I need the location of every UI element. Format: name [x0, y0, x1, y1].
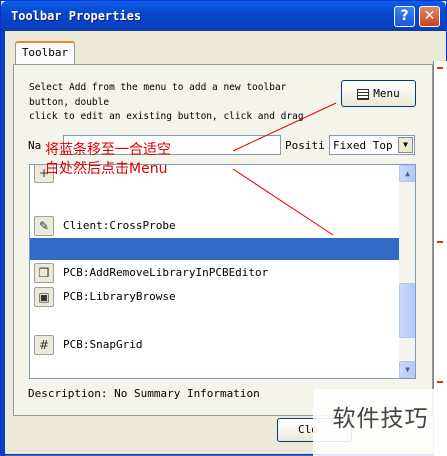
list-item[interactable]: # PCB:SnapGrid: [30, 334, 399, 356]
scroll-down-icon[interactable]: ▼: [399, 361, 415, 378]
selected-list-item[interactable]: [30, 238, 399, 260]
command-list[interactable]: + ✎ Client:CrossProbe ❒ PCB:AddRemoveLib…: [29, 164, 416, 379]
title-bar[interactable]: Toolbar Properties ? ✕: [1, 1, 446, 31]
list-item-label: PCB:SnapGrid: [63, 338, 143, 351]
scroll-up-icon[interactable]: ▲: [399, 165, 415, 182]
vertical-scrollbar[interactable]: ▲ ▼: [399, 165, 415, 378]
close-icon: ✕: [423, 8, 436, 24]
list-item[interactable]: ❒ PCB:AddRemoveLibraryInPCBEditor: [30, 262, 399, 284]
description-text: Description: No Summary Information: [28, 387, 260, 400]
menu-button[interactable]: Menu: [341, 80, 416, 107]
list-item[interactable]: ✎ Client:CrossProbe: [30, 215, 399, 237]
instructions-line: click to edit an existing button, click …: [29, 111, 304, 122]
instructions-text: Select Add from the menu to add a new to…: [29, 81, 329, 125]
name-label: Na: [28, 139, 42, 152]
list-item-label: Client:CrossProbe: [63, 219, 176, 232]
list-item-label: PCB:AddRemoveLibraryInPCBEditor: [63, 266, 269, 279]
list-item[interactable]: ▣ PCB:LibraryBrowse: [30, 286, 399, 308]
position-label: Positi: [285, 139, 325, 152]
menu-button-label: Menu: [373, 87, 400, 100]
list-item-label: PCB:LibraryBrowse: [63, 290, 176, 303]
crossprobe-icon: ✎: [34, 216, 54, 236]
close-window-button[interactable]: ✕: [419, 6, 440, 27]
watermark: 软件技巧: [313, 389, 447, 456]
tab-toolbar[interactable]: Toolbar: [15, 41, 75, 65]
window-title: Toolbar Properties: [11, 9, 142, 23]
window-frame-left: [1, 31, 5, 456]
chevron-down-icon[interactable]: ▼: [398, 137, 413, 153]
scroll-thumb[interactable]: [399, 283, 415, 338]
annotation-line: 将蓝条移至一合适空: [45, 142, 171, 158]
annotation-text: 将蓝条移至一合适空 白处然后点击Menu: [45, 141, 245, 179]
toolbar-properties-dialog: Toolbar Properties ? ✕ Toolbar Select Ad…: [0, 0, 447, 456]
instructions-line: button, double: [29, 96, 110, 108]
annotation-line: 白处然后点击Menu: [45, 161, 168, 177]
library-browse-icon: ▣: [34, 287, 54, 307]
help-icon: ?: [400, 8, 409, 24]
position-select[interactable]: Fixed Top ▼: [329, 135, 415, 155]
library-icon: ❒: [34, 263, 54, 283]
position-value: Fixed Top: [333, 139, 393, 152]
help-button[interactable]: ?: [394, 6, 415, 27]
menu-icon: [357, 88, 370, 100]
instructions-line: Select Add from the menu to add a new to…: [29, 82, 287, 93]
grid-icon: #: [34, 335, 54, 355]
